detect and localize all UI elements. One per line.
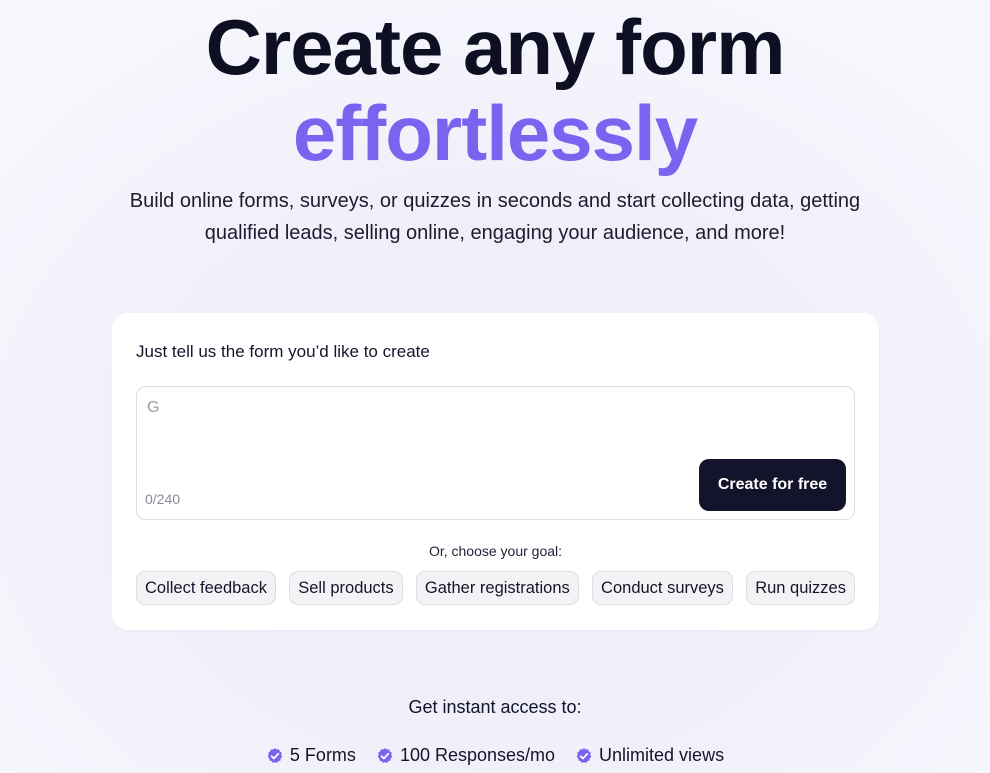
hero-subtitle: Build online forms, surveys, or quizzes … xyxy=(129,190,861,244)
goal-chip-gather-registrations[interactable]: Gather registrations xyxy=(415,571,579,605)
access-label: Get instant access to: xyxy=(408,697,582,717)
hero-title: Create any form effortlessly xyxy=(0,4,990,176)
goal-chip-collect-feedback[interactable]: Collect feedback xyxy=(136,571,276,605)
verified-check-icon xyxy=(576,747,592,763)
hero-title-line1: Create any form xyxy=(205,3,786,91)
prompt-label: Just tell us the form you’d like to crea… xyxy=(136,342,430,361)
verified-check-icon xyxy=(267,747,283,763)
prompt-input[interactable] xyxy=(147,399,687,459)
character-counter: 0/240 xyxy=(145,491,181,507)
verified-check-icon xyxy=(377,747,393,763)
form-creator-card: Just tell us the form you’d like to crea… xyxy=(112,313,879,630)
feature-item: 5 Forms xyxy=(266,745,356,766)
feature-list: 5 Forms 100 Responses/mo Unlimited views xyxy=(0,745,990,766)
hero-title-accent: effortlessly xyxy=(292,89,698,177)
feature-label: 5 Forms xyxy=(289,745,356,765)
goal-chip-conduct-surveys[interactable]: Conduct surveys xyxy=(592,571,733,605)
goal-chip-sell-products[interactable]: Sell products xyxy=(289,571,403,605)
goal-chip-run-quizzes[interactable]: Run quizzes xyxy=(746,571,855,605)
goal-label: Or, choose your goal: xyxy=(428,543,563,559)
feature-item: 100 Responses/mo xyxy=(376,745,555,766)
create-for-free-button[interactable]: Create for free xyxy=(699,459,846,511)
feature-label: 100 Responses/mo xyxy=(399,745,556,765)
prompt-box: 0/240 Create for free xyxy=(136,386,855,520)
feature-label: Unlimited views xyxy=(599,745,725,765)
feature-item: Unlimited views xyxy=(575,745,724,766)
goal-chips: Collect feedback Sell products Gather re… xyxy=(136,571,855,605)
